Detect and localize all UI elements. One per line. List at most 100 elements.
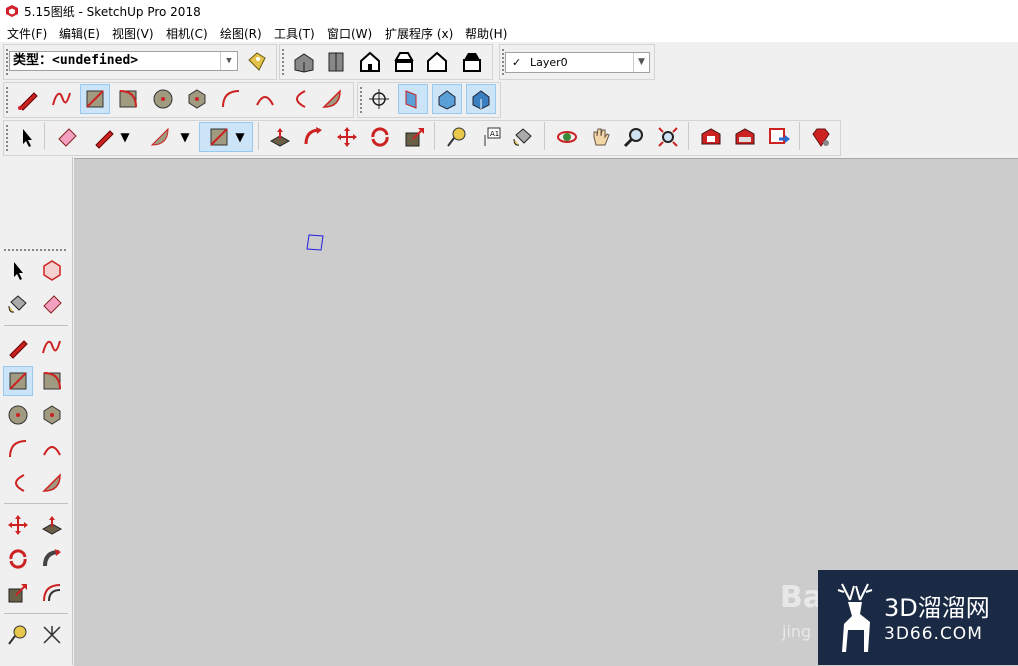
move-icon	[8, 515, 28, 535]
left-view-button[interactable]	[457, 47, 487, 77]
rectangle-tool-button[interactable]	[3, 366, 33, 396]
line-tool-button-2[interactable]	[89, 122, 119, 152]
chevron-down-icon: ▼	[235, 130, 245, 144]
chevron-down-icon[interactable]: ▼	[633, 53, 649, 72]
pie-tool-button[interactable]	[317, 84, 347, 114]
paint-bucket-button[interactable]	[3, 289, 33, 319]
menu-window[interactable]: 窗口(W)	[327, 25, 372, 42]
shape-tool-button[interactable]: ▼	[199, 122, 253, 152]
toolbar-grip[interactable]	[6, 49, 8, 77]
line-tool-button[interactable]	[3, 332, 33, 362]
pie-tool-button[interactable]	[37, 468, 67, 498]
chevron-down-icon[interactable]: ▼	[220, 52, 237, 70]
left-view-icon	[463, 53, 481, 72]
3d-warehouse-button[interactable]	[696, 122, 726, 152]
rectangle-tool-button[interactable]	[80, 84, 110, 114]
scale-tool-button[interactable]	[400, 122, 430, 152]
rotate-tool-button[interactable]	[365, 122, 395, 152]
move-tool-button[interactable]	[3, 510, 33, 540]
rotate-tool-button[interactable]	[3, 544, 33, 574]
two-point-arc-icon	[256, 96, 274, 106]
toolbar-grip[interactable]	[282, 49, 284, 77]
right-view-button[interactable]	[389, 47, 419, 77]
menu-help[interactable]: 帮助(H)	[465, 25, 507, 42]
three-point-arc-button[interactable]	[284, 84, 314, 114]
top-view-button[interactable]	[321, 47, 351, 77]
zoom-extents-button[interactable]	[653, 122, 683, 152]
menu-tools[interactable]: 工具(T)	[274, 25, 315, 42]
dimension-tool-button[interactable]: A1	[476, 122, 506, 152]
offset-tool-button[interactable]	[37, 578, 67, 608]
move-tool-button[interactable]	[332, 122, 362, 152]
section-cut-icon	[438, 90, 456, 110]
toolbar-grip[interactable]	[6, 87, 8, 115]
watermark-ghost-text: Ba	[780, 580, 824, 615]
component-options-button[interactable]	[242, 47, 272, 77]
palette-grip[interactable]	[4, 249, 68, 251]
menu-draw[interactable]: 绘图(R)	[220, 25, 262, 42]
display-section-planes-button[interactable]	[398, 84, 428, 114]
select-tool-button[interactable]	[3, 255, 33, 285]
share-model-button[interactable]	[764, 122, 794, 152]
polygon-tool-button[interactable]	[37, 400, 67, 430]
circle-tool-button[interactable]	[3, 400, 33, 430]
circle-tool-button[interactable]	[148, 84, 178, 114]
pie-icon	[322, 89, 341, 108]
toolbar-grip[interactable]	[360, 87, 362, 115]
freehand-tool-button[interactable]	[37, 332, 67, 362]
paint-bucket-button[interactable]	[508, 122, 538, 152]
back-view-button[interactable]	[422, 47, 452, 77]
rotated-rectangle-button[interactable]	[37, 366, 67, 396]
share-component-button[interactable]	[730, 122, 760, 152]
iso-view-button[interactable]	[289, 47, 319, 77]
display-section-fill-button[interactable]	[466, 84, 496, 114]
axes-tool-button[interactable]	[37, 620, 67, 650]
follow-me-button[interactable]	[37, 544, 67, 574]
tape-measure-button[interactable]	[3, 620, 33, 650]
extension-warehouse-button[interactable]	[806, 122, 836, 152]
type-dropdown-value: 类型：<undefined>	[13, 53, 139, 68]
type-dropdown[interactable]: 类型：<undefined> ▼	[9, 51, 238, 71]
line-flyout-button[interactable]: ▼	[117, 122, 133, 152]
eraser-icon	[43, 295, 62, 314]
pan-button[interactable]	[585, 122, 615, 152]
orbit-button[interactable]	[552, 122, 582, 152]
polygon-tool-button[interactable]	[182, 84, 212, 114]
follow-me-button[interactable]	[298, 122, 328, 152]
axes-icon	[43, 626, 61, 644]
zoom-button[interactable]	[619, 122, 649, 152]
arc-tool-button[interactable]	[3, 434, 33, 464]
select-tool-button[interactable]	[12, 122, 42, 152]
arc-flyout-button[interactable]: ▼	[177, 122, 193, 152]
arc-tool-button[interactable]	[216, 84, 246, 114]
tape-measure-button[interactable]	[442, 122, 472, 152]
eraser-tool-button[interactable]	[52, 122, 82, 152]
front-view-button[interactable]	[355, 47, 385, 77]
drawn-rectangle-shape[interactable]	[306, 233, 326, 253]
share-model-icon	[769, 128, 790, 144]
section-fill-icon	[472, 90, 490, 110]
eraser-tool-button[interactable]	[37, 289, 67, 319]
three-point-arc-button[interactable]	[3, 468, 33, 498]
make-component-button[interactable]	[37, 255, 67, 285]
menu-extensions[interactable]: 扩展程序 (x)	[385, 25, 453, 42]
line-tool-button[interactable]	[13, 84, 43, 114]
layer-dropdown[interactable]: ✓ Layer0 ▼	[505, 52, 650, 73]
menu-file[interactable]: 文件(F)	[7, 25, 47, 42]
menu-edit[interactable]: 编辑(E)	[59, 25, 100, 42]
push-pull-button[interactable]	[37, 510, 67, 540]
toolbar-grip[interactable]	[6, 125, 8, 153]
freehand-tool-button[interactable]	[47, 84, 77, 114]
menu-camera[interactable]: 相机(C)	[166, 25, 208, 42]
watermark-badge: 3D溜溜网 3D66.COM	[818, 570, 1018, 665]
rotated-rectangle-button[interactable]	[113, 84, 143, 114]
push-pull-button[interactable]	[265, 122, 295, 152]
display-section-cuts-button[interactable]	[432, 84, 462, 114]
arc-tool-button-2[interactable]	[145, 122, 175, 152]
menu-view[interactable]: 视图(V)	[112, 25, 154, 42]
section-plane-button[interactable]	[364, 84, 394, 114]
two-point-arc-button[interactable]	[37, 434, 67, 464]
two-point-arc-button[interactable]	[250, 84, 280, 114]
scale-tool-button[interactable]	[3, 578, 33, 608]
toolbar-grip[interactable]	[502, 49, 504, 77]
